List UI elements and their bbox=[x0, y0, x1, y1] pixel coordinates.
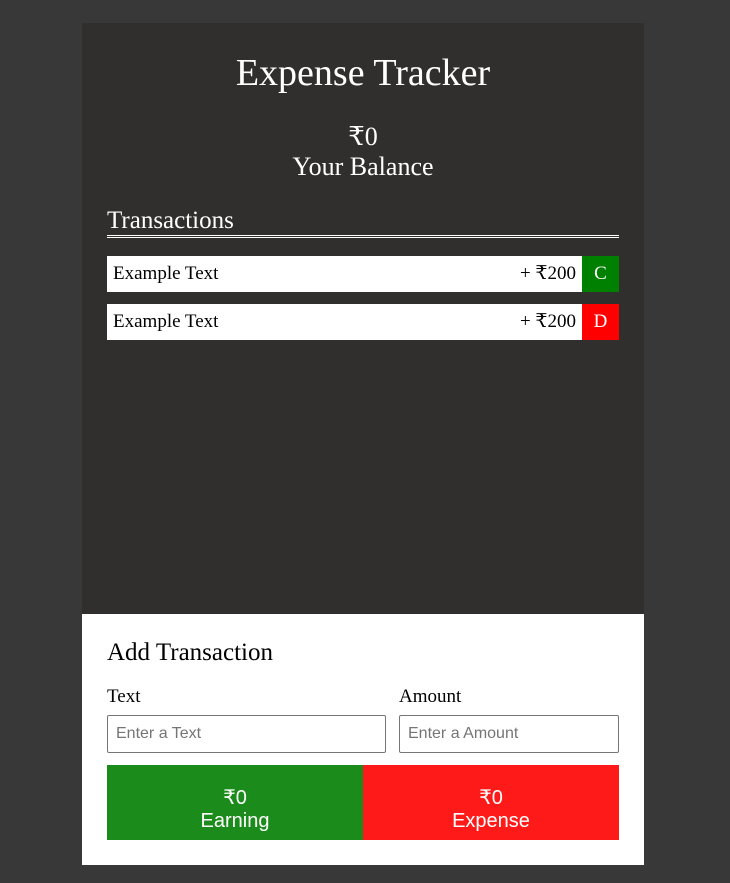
transaction-amount: + ₹200 bbox=[519, 263, 576, 284]
add-transaction-heading: Add Transaction bbox=[107, 639, 273, 666]
earning-amount: ₹0 bbox=[223, 786, 247, 809]
text-input[interactable] bbox=[107, 715, 386, 753]
transaction-type-badge-debit[interactable]: D bbox=[582, 304, 619, 340]
amount-input[interactable] bbox=[399, 715, 619, 753]
expense-label: Expense bbox=[452, 809, 530, 832]
transactions-divider bbox=[107, 235, 619, 238]
expense-tracker-app: Expense Tracker ₹0 Your Balance Transact… bbox=[82, 23, 644, 865]
expense-button[interactable]: ₹0 Expense bbox=[363, 765, 619, 840]
amount-field-label: Amount bbox=[399, 686, 462, 707]
earning-label: Earning bbox=[200, 809, 270, 832]
transaction-text: Example Text bbox=[113, 263, 219, 284]
balance-label: Your Balance bbox=[292, 152, 434, 181]
transaction-row[interactable]: Example Text + ₹200 C bbox=[107, 256, 619, 292]
earning-button[interactable]: ₹0 Earning bbox=[107, 765, 363, 840]
expense-amount: ₹0 bbox=[479, 786, 503, 809]
balance-amount: ₹0 bbox=[348, 122, 378, 151]
transaction-text: Example Text bbox=[113, 311, 219, 332]
text-field-label: Text bbox=[107, 686, 141, 707]
transaction-row[interactable]: Example Text + ₹200 D bbox=[107, 304, 619, 340]
add-transaction-panel: Add Transaction Text Amount ₹0 Earning ₹… bbox=[82, 614, 644, 865]
transaction-amount: + ₹200 bbox=[519, 311, 576, 332]
page-title: Expense Tracker bbox=[235, 52, 491, 94]
transaction-list: Example Text + ₹200 C Example Text + ₹20… bbox=[107, 256, 619, 352]
summary-panel: Expense Tracker ₹0 Your Balance Transact… bbox=[82, 23, 644, 614]
transaction-type-badge-credit[interactable]: C bbox=[582, 256, 619, 292]
transactions-heading: Transactions bbox=[107, 207, 234, 234]
